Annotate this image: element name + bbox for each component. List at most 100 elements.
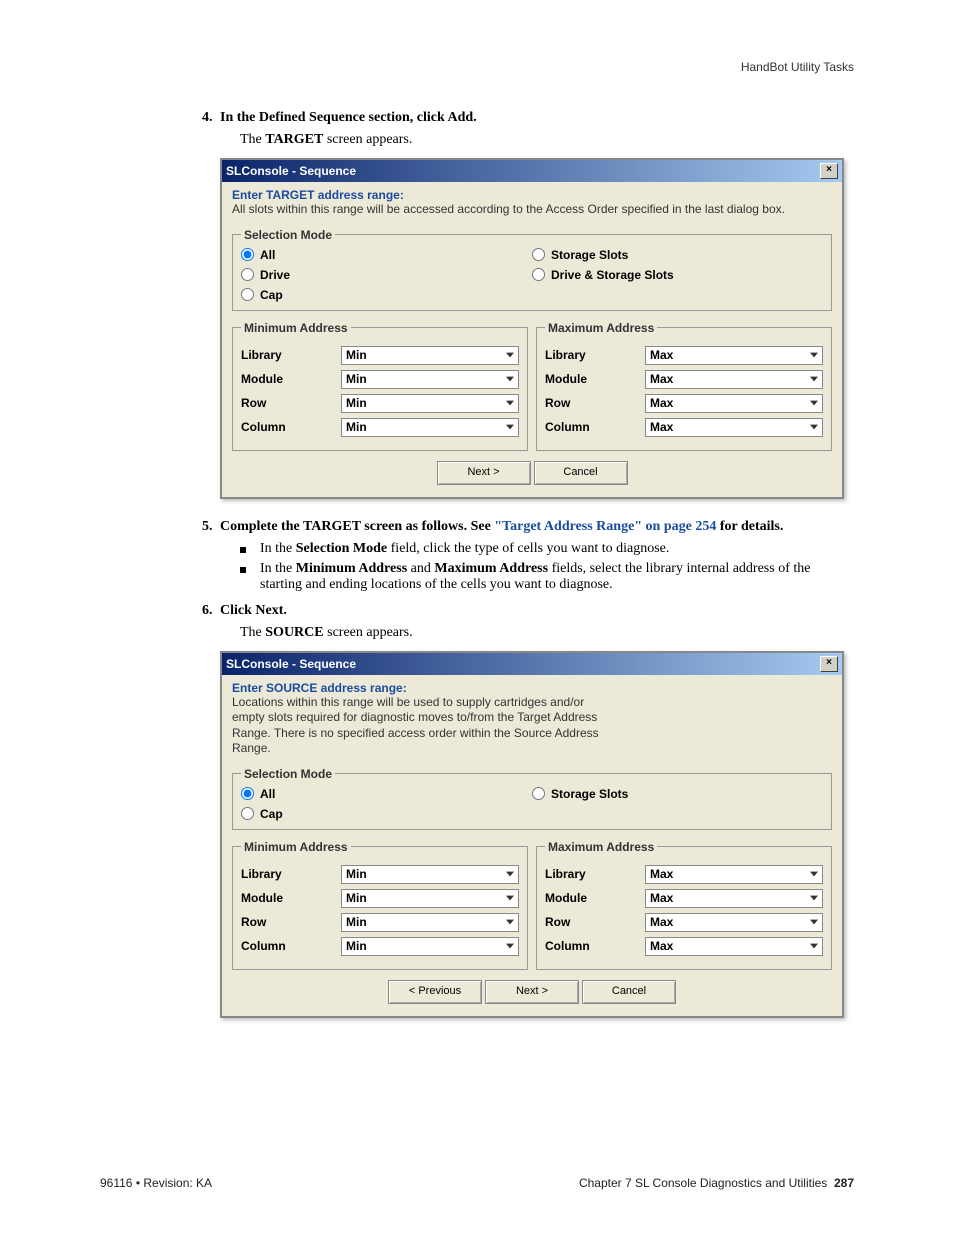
label-column: Column	[545, 420, 645, 434]
radio-drive-storage[interactable]: Drive & Storage Slots	[532, 268, 823, 282]
target-selection-mode-group: Selection Mode All Drive Cap Storage Slo…	[232, 228, 832, 311]
max-address-legend: Maximum Address	[545, 840, 657, 854]
source-max-address-group: Maximum Address LibraryMax ModuleMax Row…	[536, 840, 832, 970]
min-row-combo[interactable]: Min	[341, 394, 519, 413]
source-title: SLConsole - Sequence	[226, 657, 356, 671]
source-intro-text: Locations within this range will be used…	[232, 695, 612, 757]
footer-left: 96116 • Revision: KA	[100, 1176, 212, 1190]
chevron-down-icon	[806, 395, 822, 412]
label-row: Row	[241, 915, 341, 929]
step-5-num: 5.	[202, 519, 213, 535]
max-column-combo[interactable]: Max	[645, 418, 823, 437]
chevron-down-icon	[806, 890, 822, 907]
step-4-num: 4.	[202, 110, 213, 126]
label-module: Module	[545, 372, 645, 386]
target-intro-text: All slots within this range will be acce…	[232, 202, 832, 218]
chevron-down-icon	[806, 914, 822, 931]
chevron-down-icon	[806, 419, 822, 436]
label-row: Row	[241, 396, 341, 410]
target-title: SLConsole - Sequence	[226, 164, 356, 178]
radio-storage[interactable]: Storage Slots	[532, 787, 823, 801]
target-min-address-group: Minimum Address LibraryMin ModuleMin Row…	[232, 321, 528, 451]
target-titlebar: SLConsole - Sequence ×	[222, 160, 842, 182]
cancel-button[interactable]: Cancel	[534, 461, 628, 485]
previous-button[interactable]: < Previous	[388, 980, 482, 1004]
chevron-down-icon	[502, 890, 518, 907]
selection-mode-legend: Selection Mode	[241, 228, 335, 242]
max-module-combo[interactable]: Max	[645, 889, 823, 908]
max-library-combo[interactable]: Max	[645, 346, 823, 365]
source-intro-title: Enter SOURCE address range:	[232, 681, 832, 695]
next-button[interactable]: Next >	[437, 461, 531, 485]
step-6: 6. Click Next.	[220, 603, 844, 619]
label-module: Module	[545, 891, 645, 905]
step-4-text: In the Defined Sequence section, click A…	[220, 110, 477, 125]
radio-all[interactable]: All	[241, 787, 532, 801]
max-column-combo[interactable]: Max	[645, 937, 823, 956]
min-row-combo[interactable]: Min	[341, 913, 519, 932]
min-module-combo[interactable]: Min	[341, 370, 519, 389]
label-column: Column	[241, 420, 341, 434]
min-address-legend: Minimum Address	[241, 840, 351, 854]
step-5-bullet-1: In the Selection Mode field, click the t…	[240, 541, 844, 557]
label-library: Library	[545, 867, 645, 881]
max-row-combo[interactable]: Max	[645, 913, 823, 932]
radio-cap[interactable]: Cap	[241, 288, 532, 302]
selection-mode-legend: Selection Mode	[241, 767, 335, 781]
min-library-combo[interactable]: Min	[341, 865, 519, 884]
step-6-num: 6.	[202, 603, 213, 619]
min-module-combo[interactable]: Min	[341, 889, 519, 908]
step-4: 4. In the Defined Sequence section, clic…	[220, 110, 844, 126]
max-module-combo[interactable]: Max	[645, 370, 823, 389]
chevron-down-icon	[502, 395, 518, 412]
radio-drive[interactable]: Drive	[241, 268, 532, 282]
target-address-range-link[interactable]: "Target Address Range" on page 254	[494, 519, 716, 534]
label-module: Module	[241, 891, 341, 905]
min-library-combo[interactable]: Min	[341, 346, 519, 365]
label-library: Library	[241, 867, 341, 881]
max-address-legend: Maximum Address	[545, 321, 657, 335]
next-button[interactable]: Next >	[485, 980, 579, 1004]
header-section-title: HandBot Utility Tasks	[741, 60, 854, 74]
radio-all[interactable]: All	[241, 248, 532, 262]
footer-right: Chapter 7 SL Console Diagnostics and Uti…	[579, 1176, 854, 1190]
radio-cap[interactable]: Cap	[241, 807, 532, 821]
page-footer: 96116 • Revision: KA Chapter 7 SL Consol…	[100, 1176, 854, 1190]
close-icon[interactable]: ×	[820, 656, 838, 672]
target-max-address-group: Maximum Address LibraryMax ModuleMax Row…	[536, 321, 832, 451]
max-library-combo[interactable]: Max	[645, 865, 823, 884]
step-5: 5. Complete the TARGET screen as follows…	[220, 519, 844, 535]
label-module: Module	[241, 372, 341, 386]
source-min-address-group: Minimum Address LibraryMin ModuleMin Row…	[232, 840, 528, 970]
label-column: Column	[241, 939, 341, 953]
cancel-button[interactable]: Cancel	[582, 980, 676, 1004]
chevron-down-icon	[806, 866, 822, 883]
step-6-text: Click Next.	[220, 603, 287, 618]
chevron-down-icon	[502, 866, 518, 883]
label-row: Row	[545, 396, 645, 410]
label-column: Column	[545, 939, 645, 953]
chevron-down-icon	[806, 347, 822, 364]
min-address-legend: Minimum Address	[241, 321, 351, 335]
chevron-down-icon	[502, 914, 518, 931]
chevron-down-icon	[502, 419, 518, 436]
source-dialog: SLConsole - Sequence × Enter SOURCE addr…	[220, 651, 844, 1018]
label-row: Row	[545, 915, 645, 929]
target-intro-title: Enter TARGET address range:	[232, 188, 832, 202]
step-5-text: Complete the TARGET screen as follows. S…	[220, 519, 783, 534]
label-library: Library	[545, 348, 645, 362]
chevron-down-icon	[502, 938, 518, 955]
max-row-combo[interactable]: Max	[645, 394, 823, 413]
chevron-down-icon	[806, 938, 822, 955]
chevron-down-icon	[806, 371, 822, 388]
chevron-down-icon	[502, 371, 518, 388]
chevron-down-icon	[502, 347, 518, 364]
target-dialog: SLConsole - Sequence × Enter TARGET addr…	[220, 158, 844, 499]
step-6-result: The SOURCE screen appears.	[240, 625, 844, 641]
min-column-combo[interactable]: Min	[341, 937, 519, 956]
min-column-combo[interactable]: Min	[341, 418, 519, 437]
step-4-result: The TARGET screen appears.	[240, 132, 844, 148]
close-icon[interactable]: ×	[820, 163, 838, 179]
label-library: Library	[241, 348, 341, 362]
radio-storage[interactable]: Storage Slots	[532, 248, 823, 262]
